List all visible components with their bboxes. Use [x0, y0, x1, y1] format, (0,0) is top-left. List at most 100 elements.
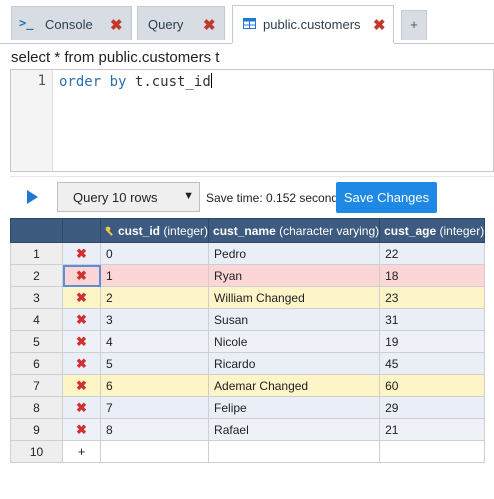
- table-row: 9 ✖ 8 Rafael 21: [10, 418, 486, 441]
- cell-cust-age[interactable]: 23: [379, 286, 486, 309]
- tab-console[interactable]: >_ Console ✖: [11, 6, 132, 40]
- cell-cust-id[interactable]: 4: [99, 330, 210, 353]
- cell-cust-age[interactable]: 18: [379, 264, 486, 287]
- save-changes-button[interactable]: Save Changes: [336, 182, 437, 213]
- table-row: 1 ✖ 0 Pedro 22: [10, 242, 486, 265]
- query-tool-window: >_ Console ✖ Query ✖ public.customers ✖ …: [0, 0, 494, 499]
- cell-cust-age[interactable]: 29: [379, 396, 486, 419]
- row-number[interactable]: 7: [10, 374, 63, 397]
- add-tab-button[interactable]: +: [401, 10, 427, 40]
- tab-bar: >_ Console ✖ Query ✖ public.customers ✖ …: [0, 0, 494, 44]
- column-type: (character varying): [279, 223, 380, 238]
- tab-query[interactable]: Query ✖: [137, 6, 225, 40]
- cell-cust-age[interactable]: 60: [379, 374, 486, 397]
- delete-row-icon[interactable]: ✖: [62, 242, 101, 265]
- table-row: 5 ✖ 4 Nicole 19: [10, 330, 486, 353]
- table-row: 3 ✖ 2 William Changed 23: [10, 286, 486, 309]
- close-icon[interactable]: ✖: [373, 16, 386, 34]
- cell-cust-id[interactable]: 2: [99, 286, 210, 309]
- cell-cust-age[interactable]: 22: [379, 242, 486, 265]
- cell-cust-age[interactable]: 19: [379, 330, 486, 353]
- column-name: cust_name: [213, 223, 276, 238]
- cell-cust-name[interactable]: William Changed: [208, 286, 381, 309]
- cell-cust-name[interactable]: Ademar Changed: [208, 374, 381, 397]
- editor-gutter: 1: [11, 70, 53, 171]
- text-cursor: [210, 73, 212, 88]
- row-number[interactable]: 8: [10, 396, 63, 419]
- cell-cust-id[interactable]: 0: [99, 242, 210, 265]
- row-number-header: [10, 218, 63, 243]
- delete-header: [62, 218, 101, 243]
- cell-cust-id[interactable]: 1: [99, 264, 210, 287]
- row-number[interactable]: 10: [10, 440, 63, 463]
- grid-body: 1 ✖ 0 Pedro 22 2 ✖ 1 Ryan 18 3 ✖ 2 Willi…: [10, 242, 486, 463]
- sql-editor[interactable]: 1 order by t.cust_id: [10, 69, 494, 172]
- column-header-cust-age[interactable]: cust_age (integer): [379, 218, 486, 243]
- cell-cust-age[interactable]: 21: [379, 418, 486, 441]
- tab-public-customers[interactable]: public.customers ✖: [232, 5, 394, 43]
- table-row: 6 ✖ 5 Ricardo 45: [10, 352, 486, 375]
- table-row: 8 ✖ 7 Felipe 29: [10, 396, 486, 419]
- cell-cust-id[interactable]: 6: [99, 374, 210, 397]
- cell-cust-age[interactable]: 31: [379, 308, 486, 331]
- cell-cust-name[interactable]: Rafael: [208, 418, 381, 441]
- column-header-cust-id[interactable]: cust_id (integer): [99, 218, 210, 243]
- cell-cust-name[interactable]: Ryan: [208, 264, 381, 287]
- delete-row-icon[interactable]: ✖: [62, 330, 101, 353]
- table-row-new: 10 +: [10, 440, 486, 463]
- play-icon[interactable]: [27, 190, 38, 204]
- row-number[interactable]: 3: [10, 286, 63, 309]
- row-number[interactable]: 9: [10, 418, 63, 441]
- delete-row-icon[interactable]: ✖: [62, 396, 101, 419]
- row-number[interactable]: 6: [10, 352, 63, 375]
- delete-row-icon[interactable]: ✖: [62, 308, 101, 331]
- terminal-icon: >_: [19, 16, 34, 30]
- code-line[interactable]: order by t.cust_id: [59, 73, 212, 90]
- row-number[interactable]: 4: [10, 308, 63, 331]
- add-row-icon[interactable]: +: [62, 440, 101, 463]
- cell-cust-id[interactable]: 7: [99, 396, 210, 419]
- line-number: 1: [37, 73, 46, 89]
- rows-select-value: Query 10 rows: [73, 190, 158, 205]
- delete-row-icon[interactable]: ✖: [62, 264, 101, 287]
- column-type: (integer): [439, 223, 485, 238]
- cell-cust-id[interactable]: [99, 440, 210, 463]
- cell-cust-name[interactable]: Nicole: [208, 330, 381, 353]
- column-name: cust_id: [118, 223, 161, 238]
- cell-cust-id[interactable]: 5: [99, 352, 210, 375]
- cell-cust-name[interactable]: Pedro: [208, 242, 381, 265]
- key-icon: [105, 226, 113, 236]
- table-row: 7 ✖ 6 Ademar Changed 60: [10, 374, 486, 397]
- cell-cust-name[interactable]: Felipe: [208, 396, 381, 419]
- column-name: cust_age: [384, 223, 437, 238]
- cell-cust-age[interactable]: [379, 440, 486, 463]
- row-number[interactable]: 1: [10, 242, 63, 265]
- cell-cust-name[interactable]: Susan: [208, 308, 381, 331]
- cell-cust-name[interactable]: [208, 440, 381, 463]
- column-header-cust-name[interactable]: cust_name (character varying): [208, 218, 381, 243]
- code-identifier: t.cust_id: [134, 74, 211, 90]
- table-row: 4 ✖ 3 Susan 31: [10, 308, 486, 331]
- results-grid: cust_id (integer) cust_name (character v…: [10, 218, 486, 463]
- delete-row-icon[interactable]: ✖: [62, 418, 101, 441]
- row-number[interactable]: 5: [10, 330, 63, 353]
- delete-row-icon[interactable]: ✖: [62, 374, 101, 397]
- cell-cust-age[interactable]: 45: [379, 352, 486, 375]
- rows-select[interactable]: Query 10 rows ▼: [57, 182, 200, 212]
- close-icon[interactable]: ✖: [110, 16, 123, 34]
- cell-cust-id[interactable]: 3: [99, 308, 210, 331]
- cell-cust-id[interactable]: 8: [99, 418, 210, 441]
- table-icon: [243, 17, 256, 29]
- row-number[interactable]: 2: [10, 264, 63, 287]
- cell-cust-name[interactable]: Ricardo: [208, 352, 381, 375]
- close-icon[interactable]: ✖: [203, 16, 216, 34]
- chevron-down-icon: ▼: [183, 190, 194, 202]
- delete-row-icon[interactable]: ✖: [62, 352, 101, 375]
- query-title: select * from public.customers t: [11, 49, 220, 66]
- tab-public-customers-label: public.customers: [263, 17, 361, 32]
- save-time-status: Save time: 0.152 seconds: [206, 191, 345, 205]
- keyword-order: order: [59, 74, 102, 90]
- column-type: (integer): [163, 223, 209, 238]
- delete-row-icon[interactable]: ✖: [62, 286, 101, 309]
- tab-console-label: Console: [45, 17, 93, 32]
